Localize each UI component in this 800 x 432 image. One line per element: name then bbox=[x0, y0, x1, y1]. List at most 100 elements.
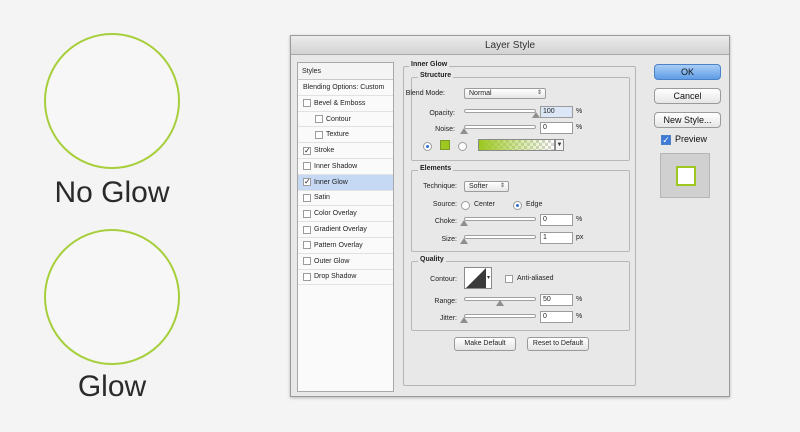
size-slider-track bbox=[464, 235, 536, 239]
jitter-input[interactable]: 0 bbox=[540, 311, 573, 323]
size-input[interactable]: 1 bbox=[540, 232, 573, 244]
outer-glow-checkbox[interactable] bbox=[303, 257, 311, 266]
styles-header[interactable]: Styles bbox=[298, 63, 393, 80]
size-slider[interactable] bbox=[460, 235, 536, 244]
styles-item-inner-shadow[interactable]: Inner Shadow bbox=[298, 159, 393, 175]
technique-select[interactable]: Softer ⇕ bbox=[464, 181, 509, 192]
noise-slider-track bbox=[464, 125, 536, 129]
styles-item-pattern-overlay[interactable]: Pattern Overlay bbox=[298, 238, 393, 254]
styles-item-label: Pattern Overlay bbox=[314, 241, 363, 249]
noise-slider[interactable] bbox=[460, 125, 536, 134]
choke-slider[interactable] bbox=[460, 217, 536, 226]
gradient-picker[interactable] bbox=[478, 139, 555, 151]
styles-item-label: Contour bbox=[326, 115, 351, 123]
contour-label: Contour: bbox=[430, 276, 457, 283]
inner-glow-checkbox[interactable]: ✓ bbox=[303, 178, 311, 187]
gradient-dropdown-button[interactable]: ▼ bbox=[555, 139, 564, 151]
solid-color-radio[interactable] bbox=[423, 142, 432, 151]
no-glow-circle bbox=[44, 33, 180, 169]
cancel-button[interactable]: Cancel bbox=[654, 88, 721, 104]
source-center-radio[interactable] bbox=[461, 201, 470, 210]
jitter-unit: % bbox=[576, 313, 583, 320]
noise-slider-thumb[interactable] bbox=[460, 128, 468, 134]
choke-input[interactable]: 0 bbox=[540, 214, 573, 226]
opacity-slider[interactable] bbox=[464, 109, 540, 118]
opacity-unit: % bbox=[576, 108, 583, 115]
choke-slider-thumb[interactable] bbox=[460, 220, 468, 226]
styles-item-label: Satin bbox=[314, 194, 330, 202]
inner-glow-title: Inner Glow bbox=[409, 61, 450, 68]
styles-item-outer-glow[interactable]: Outer Glow bbox=[298, 254, 393, 270]
reset-to-default-button[interactable]: Reset to Default bbox=[527, 337, 589, 351]
opacity-slider-track bbox=[464, 109, 536, 113]
styles-item-label: Inner Glow bbox=[314, 178, 348, 186]
gradient-overlay-checkbox[interactable] bbox=[303, 225, 311, 234]
inner-shadow-checkbox[interactable] bbox=[303, 162, 311, 171]
range-slider[interactable] bbox=[464, 297, 536, 306]
technique-label: Technique: bbox=[423, 183, 457, 190]
bevel-emboss-checkbox[interactable] bbox=[303, 99, 311, 108]
styles-item-inner-glow[interactable]: ✓ Inner Glow bbox=[298, 174, 393, 191]
glow-circle bbox=[44, 229, 180, 365]
noise-label: Noise: bbox=[435, 126, 455, 133]
blend-mode-value: Normal bbox=[469, 90, 492, 97]
styles-item-color-overlay[interactable]: Color Overlay bbox=[298, 206, 393, 223]
satin-checkbox[interactable] bbox=[303, 193, 311, 202]
contour-curve-icon bbox=[466, 268, 486, 288]
styles-item-stroke[interactable]: ✓ Stroke bbox=[298, 143, 393, 159]
styles-item-drop-shadow[interactable]: Drop Shadow bbox=[298, 270, 393, 286]
glow-color-swatch[interactable] bbox=[440, 140, 450, 150]
source-edge-radio[interactable] bbox=[513, 201, 522, 210]
opacity-input[interactable]: 100 bbox=[540, 106, 573, 118]
styles-item-label: Inner Shadow bbox=[314, 162, 358, 170]
contour-dropdown-icon[interactable]: ▾ bbox=[487, 274, 490, 281]
jitter-slider-thumb[interactable] bbox=[460, 317, 468, 323]
inner-glow-group: Inner Glow Structure Blend Mode: Normal … bbox=[403, 61, 636, 386]
elements-title: Elements bbox=[418, 165, 454, 172]
styles-item-label: Texture bbox=[326, 131, 349, 139]
preview-checkbox[interactable]: ✓ bbox=[661, 135, 671, 145]
blend-mode-select[interactable]: Normal ⇕ bbox=[464, 88, 546, 99]
choke-label: Choke: bbox=[434, 218, 457, 225]
preview-square bbox=[676, 166, 696, 186]
select-arrows-icon: ⇕ bbox=[499, 183, 505, 189]
layer-style-dialog: Layer Style Styles Blending Options: Cus… bbox=[290, 35, 730, 397]
choke-unit: % bbox=[576, 216, 583, 223]
styles-item-label: Bevel & Emboss bbox=[314, 99, 366, 107]
styles-list: Styles Blending Options: Custom Bevel & E… bbox=[297, 62, 394, 392]
stroke-checkbox[interactable]: ✓ bbox=[303, 146, 311, 155]
styles-item-contour[interactable]: Contour bbox=[298, 112, 393, 128]
noise-input[interactable]: 0 bbox=[540, 122, 573, 134]
technique-value: Softer bbox=[469, 183, 488, 190]
pattern-overlay-checkbox[interactable] bbox=[303, 241, 311, 250]
styles-item-label: Drop Shadow bbox=[314, 273, 357, 281]
opacity-label: Opacity: bbox=[429, 110, 455, 117]
styles-item-blending-options-custom[interactable]: Blending Options: Custom bbox=[298, 80, 393, 96]
range-slider-thumb[interactable] bbox=[496, 300, 504, 306]
styles-item-satin[interactable]: Satin bbox=[298, 191, 393, 207]
size-slider-thumb[interactable] bbox=[460, 238, 468, 244]
drop-shadow-checkbox[interactable] bbox=[303, 272, 311, 281]
glow-label: Glow bbox=[77, 370, 147, 403]
styles-item-bevel-emboss[interactable]: Bevel & Emboss bbox=[298, 96, 393, 112]
color-overlay-checkbox[interactable] bbox=[303, 209, 311, 218]
contour-picker[interactable]: ▾ bbox=[464, 267, 492, 289]
texture-checkbox[interactable] bbox=[315, 130, 323, 139]
new-style-button[interactable]: New Style... bbox=[654, 112, 721, 128]
jitter-slider[interactable] bbox=[460, 314, 536, 323]
styles-item-gradient-overlay[interactable]: Gradient Overlay bbox=[298, 222, 393, 238]
choke-slider-track bbox=[464, 217, 536, 221]
gradient-radio[interactable] bbox=[458, 142, 467, 151]
anti-aliased-checkbox[interactable] bbox=[505, 275, 513, 283]
opacity-slider-thumb[interactable] bbox=[532, 112, 540, 118]
contour-checkbox[interactable] bbox=[315, 114, 323, 123]
anti-aliased-label: Anti-aliased bbox=[517, 275, 554, 282]
ok-button[interactable]: OK bbox=[654, 64, 721, 80]
styles-item-texture[interactable]: Texture bbox=[298, 127, 393, 144]
size-label: Size: bbox=[441, 236, 457, 243]
styles-item-label: Gradient Overlay bbox=[314, 226, 367, 234]
make-default-button[interactable]: Make Default bbox=[454, 337, 516, 351]
jitter-label: Jitter: bbox=[439, 315, 457, 322]
range-input[interactable]: 50 bbox=[540, 294, 573, 306]
quality-title: Quality bbox=[418, 256, 446, 263]
